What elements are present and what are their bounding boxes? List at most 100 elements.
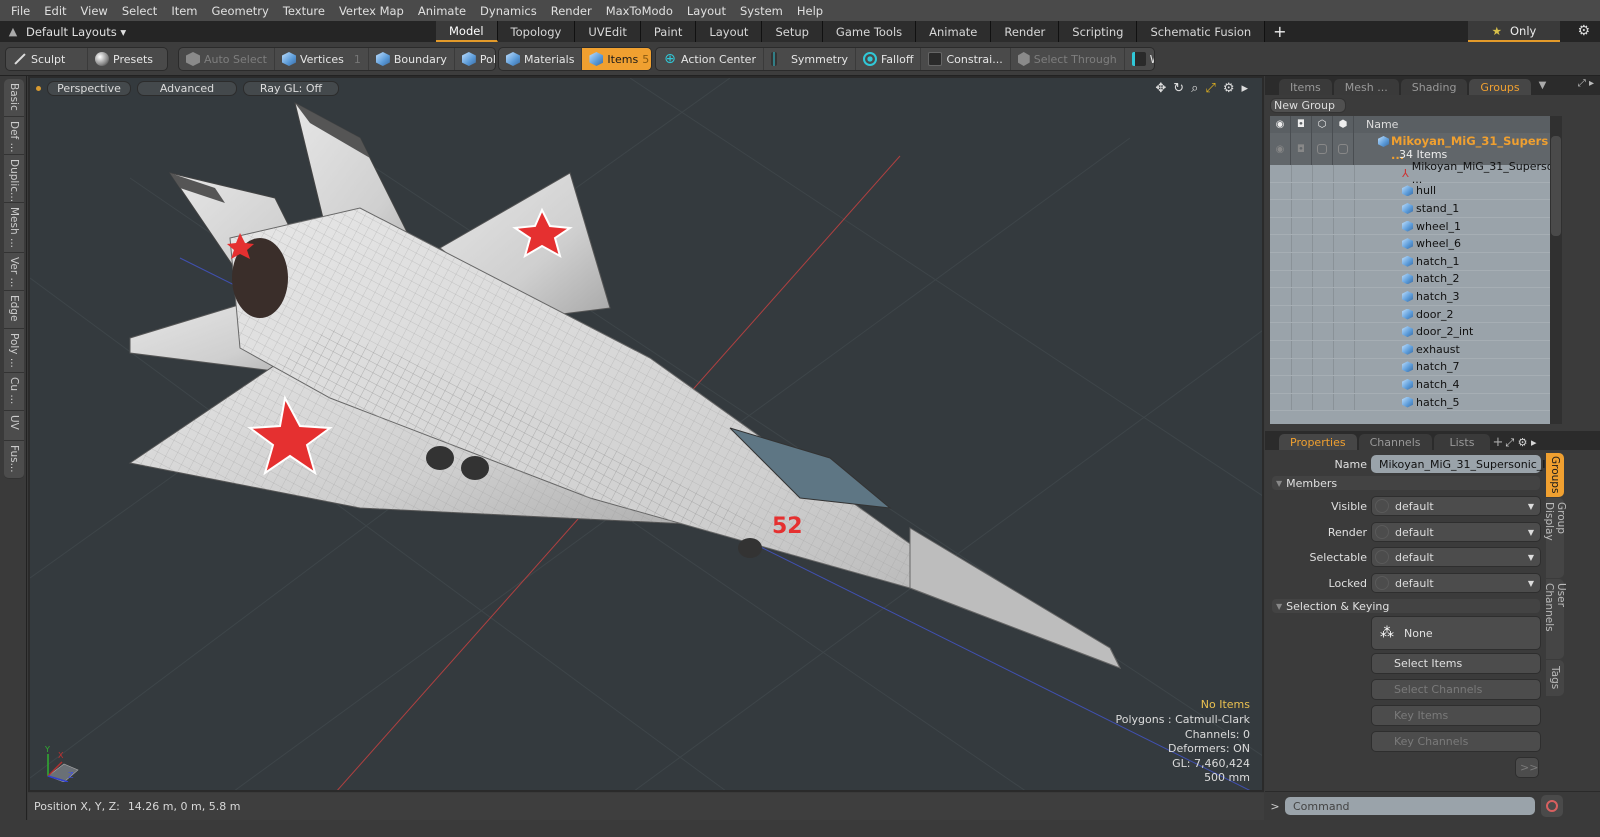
menu-view[interactable]: View — [74, 4, 115, 18]
left-tab-duplicate[interactable]: Duplic... — [4, 155, 24, 203]
boundary-button[interactable]: Boundary — [369, 48, 455, 70]
list-item[interactable]: door_2_int — [1270, 323, 1550, 341]
vertices-button[interactable]: Vertices 1 — [275, 48, 369, 70]
selectable-icon[interactable]: ⬡ — [1312, 116, 1333, 133]
menu-maxtomodo[interactable]: MaxToModo — [599, 4, 680, 18]
side-tab-groups[interactable]: Groups — [1546, 453, 1564, 497]
group-lock-toggle[interactable] — [1333, 133, 1354, 165]
visible-select[interactable]: default ▼ — [1371, 496, 1541, 516]
maximize-icon[interactable]: ⤢ — [1205, 81, 1215, 96]
only-toggle[interactable]: ★ Only — [1468, 21, 1560, 42]
tab-setup[interactable]: Setup — [762, 21, 823, 42]
gear-icon[interactable]: ⚙ — [1577, 23, 1590, 39]
sculpt-button[interactable]: Sculpt — [6, 48, 88, 70]
list-item[interactable]: door_2 — [1270, 306, 1550, 324]
tab-properties[interactable]: Properties — [1279, 434, 1357, 450]
scrollbar-thumb[interactable] — [1551, 136, 1561, 236]
menu-edit[interactable]: Edit — [37, 4, 73, 18]
tab-shading[interactable]: Shading — [1400, 79, 1468, 95]
tab-lists[interactable]: Lists — [1433, 434, 1491, 450]
render-camera-icon[interactable]: ◘ — [1291, 116, 1312, 133]
key-channels-button[interactable]: Key Channels — [1371, 731, 1541, 752]
menu-texture[interactable]: Texture — [276, 4, 332, 18]
rotate-icon[interactable]: ↻ — [1173, 81, 1184, 96]
name-field[interactable]: Mikoyan_MiG_31_Supersonic_Int — [1371, 455, 1557, 473]
menu-help[interactable]: Help — [790, 4, 830, 18]
list-item[interactable]: ⅄ Mikoyan_MiG_31_Supersoni ... — [1270, 160, 1550, 186]
pan-icon[interactable]: ✥ — [1155, 81, 1166, 96]
tree-scrollbar[interactable] — [1550, 116, 1562, 424]
hierarchy-none-button[interactable]: ⁂ None — [1371, 616, 1541, 650]
tab-layout[interactable]: Layout — [696, 21, 763, 42]
select-through-button[interactable]: Select Through — [1011, 48, 1125, 70]
tabs-dropdown-icon[interactable]: ▼ — [1539, 80, 1547, 91]
left-tab-fusion[interactable]: Fus... — [4, 441, 24, 479]
advanced-button[interactable]: Advanced — [137, 80, 237, 96]
list-item[interactable]: hatch_7 — [1270, 359, 1550, 377]
tab-uvedit[interactable]: UVEdit — [575, 21, 641, 42]
raygl-button[interactable]: Ray GL: Off — [243, 80, 339, 96]
list-item[interactable]: hatch_5 — [1270, 394, 1550, 412]
left-tab-basic[interactable]: Basic — [4, 79, 24, 117]
side-tab-tags[interactable]: Tags — [1546, 660, 1564, 696]
menu-select[interactable]: Select — [115, 4, 164, 18]
action-center-button[interactable]: ⊕ Action Center — [656, 48, 764, 70]
menu-geometry[interactable]: Geometry — [205, 4, 276, 18]
3d-viewport[interactable]: 52 Perspective Advanced Ray GL: Off ✥ ↻ … — [28, 76, 1264, 792]
selection-keying-section[interactable]: ▼ Selection & Keying — [1272, 599, 1540, 613]
new-group-button[interactable]: New Group — [1270, 98, 1346, 113]
tab-animate[interactable]: Animate — [916, 21, 992, 42]
tab-groups[interactable]: Groups — [1469, 79, 1531, 95]
menu-dynamics[interactable]: Dynamics — [473, 4, 544, 18]
group-selectable-toggle[interactable] — [1312, 133, 1333, 165]
list-item[interactable]: wheel_1 — [1270, 218, 1550, 236]
menu-system[interactable]: System — [733, 4, 790, 18]
tab-topology[interactable]: Topology — [497, 21, 576, 42]
left-tab-curve[interactable]: Cu ... — [4, 373, 24, 411]
add-tab-button[interactable]: + — [1265, 21, 1294, 42]
side-tab-group-display[interactable]: Group Display — [1543, 498, 1567, 578]
list-item[interactable]: hull — [1270, 183, 1550, 201]
menu-file[interactable]: File — [4, 4, 37, 18]
tab-mesh[interactable]: Mesh ... — [1333, 79, 1399, 95]
more-button[interactable]: >> — [1515, 757, 1539, 778]
left-tab-deform[interactable]: Def ... — [4, 117, 24, 155]
left-tab-vertex[interactable]: Ver ... — [4, 253, 24, 291]
symmetry-button[interactable]: Symmetry — [764, 48, 856, 70]
panel-expand-icon[interactable]: ⤢ ▸ — [1578, 78, 1594, 89]
expand-arrow-icon[interactable]: ▸ — [1241, 81, 1248, 96]
view-mode-button[interactable]: Perspective — [47, 80, 131, 96]
group-visible-icon[interactable]: ◉ — [1270, 133, 1291, 165]
record-button[interactable] — [1541, 795, 1563, 817]
group-render-icon[interactable]: ◘ — [1291, 133, 1312, 165]
tab-channels[interactable]: Channels — [1358, 434, 1432, 450]
workplane-button[interactable]: WorkPlane — [1125, 48, 1154, 70]
left-tab-edge[interactable]: Edge — [4, 291, 24, 329]
list-item[interactable]: hatch_1 — [1270, 253, 1550, 271]
tab-game-tools[interactable]: Game Tools — [822, 21, 917, 42]
list-item[interactable]: hatch_3 — [1270, 288, 1550, 306]
items-button[interactable]: Items 5 — [582, 48, 651, 70]
menu-vertex-map[interactable]: Vertex Map — [332, 4, 411, 18]
menu-animate[interactable]: Animate — [411, 4, 473, 18]
command-input[interactable]: Command — [1285, 797, 1535, 815]
render-select[interactable]: default ▼ — [1371, 522, 1541, 542]
menu-layout[interactable]: Layout — [680, 4, 733, 18]
selectable-select[interactable]: default ▼ — [1371, 547, 1541, 567]
layouts-dropdown[interactable]: Default Layouts ▾ — [26, 25, 436, 39]
locked-select[interactable]: default ▼ — [1371, 573, 1541, 593]
collapse-arrow-icon[interactable]: ▲ — [0, 25, 26, 38]
constraints-button[interactable]: Constrai... — [921, 48, 1011, 70]
auto-select-button[interactable]: Auto Select — [179, 48, 275, 70]
side-tab-user-channels[interactable]: User Channels — [1543, 579, 1567, 659]
tab-paint[interactable]: Paint — [640, 21, 697, 42]
properties-expand-icon[interactable]: ⤢ ⚙ ▸ — [1505, 436, 1536, 450]
key-items-button[interactable]: Key Items — [1371, 705, 1541, 726]
tab-render[interactable]: Render — [991, 21, 1060, 42]
select-items-button[interactable]: Select Items — [1371, 653, 1541, 674]
left-tab-uv[interactable]: UV — [4, 411, 24, 441]
visibility-eye-icon[interactable]: ◉ — [1270, 116, 1291, 133]
add-panel-tab-button[interactable]: + — [1492, 435, 1503, 450]
menu-render[interactable]: Render — [544, 4, 599, 18]
list-item[interactable]: hatch_4 — [1270, 376, 1550, 394]
